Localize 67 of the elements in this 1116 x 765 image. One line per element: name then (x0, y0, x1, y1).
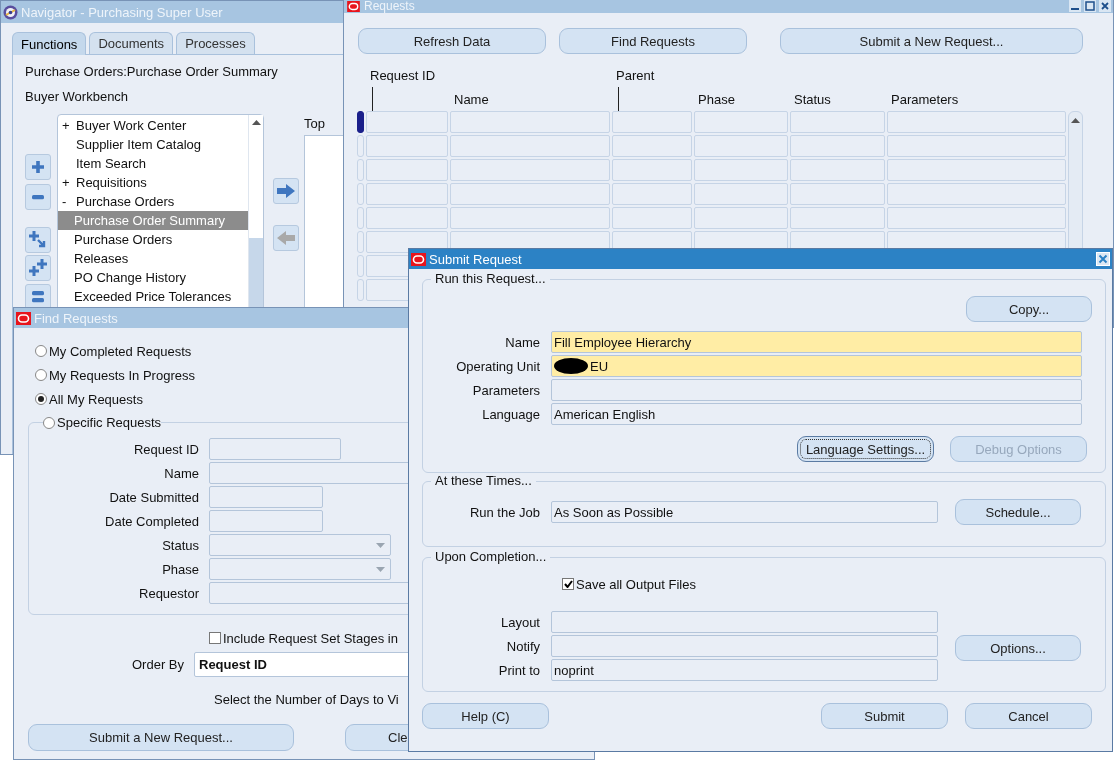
language-settings-button[interactable]: Language Settings... (797, 436, 934, 462)
days-prompt: Select the Number of Days to Vi (214, 692, 400, 708)
input-field[interactable]: EU (551, 355, 1082, 377)
field-label: Notify (505, 638, 541, 654)
submit-button[interactable]: Submit (821, 703, 948, 729)
tree-item[interactable]: - Purchase Orders (58, 192, 248, 211)
checkbox-label: Include Request Set Stages in (223, 630, 398, 646)
field-label: Phase (161, 561, 200, 577)
column-header: Request ID (370, 68, 436, 83)
radio-label: All My Requests (49, 391, 143, 407)
field-label: Language (481, 406, 541, 422)
window-title: Find Requests (34, 310, 118, 326)
help-button[interactable]: Help (C) (422, 703, 549, 729)
field-label: Run the Job (468, 504, 541, 520)
top-label: Top (304, 116, 326, 132)
radio-label: My Completed Requests (49, 343, 192, 359)
field-label: Date Completed (104, 513, 200, 529)
input-field[interactable]: American English (551, 403, 1082, 425)
tree-item[interactable]: Releases (58, 249, 248, 268)
submit-new-request-button[interactable]: Submit a New Request... (780, 28, 1083, 54)
section-title: Upon Completion... (431, 549, 551, 565)
copy-button[interactable]: Copy... (966, 296, 1092, 322)
tree-item[interactable]: Exceeded Price Tolerances (58, 287, 248, 306)
debug-options-button: Debug Options (950, 436, 1087, 462)
refresh-data-button[interactable]: Refresh Data (358, 28, 546, 54)
input-field[interactable]: noprint (551, 659, 938, 681)
tab[interactable]: Processes (176, 32, 255, 54)
window-title: Requests (364, 0, 415, 13)
field-label: Status (161, 537, 200, 553)
field-label: Parameters (471, 382, 541, 398)
radio-label: Specific Requests (57, 415, 162, 431)
field-label: Operating Unit (455, 358, 541, 374)
field-label: Order By (131, 656, 185, 672)
field-label: Date Submitted (108, 489, 200, 505)
find-requests-button[interactable]: Find Requests (559, 28, 747, 54)
tree-item[interactable]: Purchase Orders (58, 230, 248, 249)
tree-item[interactable]: + Buyer Work Center (58, 116, 248, 135)
path-text: Purchase Orders:Purchase Order Summary (25, 64, 279, 80)
field-label: Name (163, 465, 200, 481)
field-label: Layout (499, 614, 541, 630)
tab[interactable]: Functions (12, 32, 87, 55)
field-label: Name (504, 334, 541, 350)
field-label: Requestor (138, 585, 200, 601)
tab[interactable]: Documents (89, 32, 174, 54)
column-header: Parameters (891, 92, 959, 107)
column-header: Parent (616, 68, 655, 83)
tree-item[interactable]: PO Change History (58, 268, 248, 287)
column-header: Phase (698, 92, 735, 107)
field-label: Print to (497, 662, 541, 678)
checkbox-label: Save all Output Files (576, 576, 696, 592)
field-label: Request ID (132, 441, 200, 457)
column-header: Name (454, 92, 489, 107)
options-button[interactable]: Options... (955, 635, 1081, 661)
cancel-button[interactable]: Cancel (965, 703, 1092, 729)
tree-item[interactable]: + Requisitions (58, 173, 248, 192)
tree-item[interactable]: Item Search (58, 154, 248, 173)
window-title: Navigator - Purchasing Super User (21, 4, 223, 20)
responsibility-text: Buyer Workbench (25, 89, 130, 105)
radio-label: My Requests In Progress (49, 367, 195, 383)
tree-item[interactable]: Supplier Item Catalog (58, 135, 248, 154)
submit-new-request-button[interactable]: Submit a New Request... (28, 724, 294, 751)
section-title: Run this Request... (431, 271, 550, 287)
schedule-button[interactable]: Schedule... (955, 499, 1081, 525)
column-header: Status (794, 92, 831, 107)
input-field[interactable]: Fill Employee Hierarchy (551, 331, 1082, 353)
window-title: Submit Request (429, 251, 522, 267)
input-field[interactable]: As Soon as Possible (551, 501, 938, 523)
